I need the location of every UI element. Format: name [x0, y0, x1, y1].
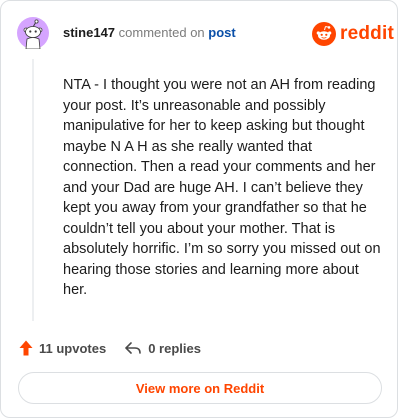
reply-arrow-icon: [125, 342, 142, 354]
reddit-snoo-icon: [312, 22, 336, 46]
post-link[interactable]: post: [208, 25, 235, 40]
comment-body: NTA - I thought you were not an AH from …: [63, 77, 381, 298]
reply-count: 0 replies: [148, 340, 201, 356]
view-more-on-reddit-button[interactable]: View more on Reddit: [18, 372, 382, 404]
upvote-count: 11 upvotes: [39, 340, 107, 356]
upvote-button[interactable]: 11 upvotes: [19, 340, 106, 356]
username[interactable]: stine147: [63, 25, 115, 40]
upvote-arrow-icon: [19, 340, 33, 356]
thread-line: [32, 59, 34, 321]
commented-on-label: commented on: [118, 25, 205, 40]
reddit-logo[interactable]: reddit: [312, 21, 394, 47]
reddit-wordmark: reddit: [340, 23, 394, 44]
reddit-comment-embed: stine147 commented on post reddit NTA - …: [0, 0, 398, 418]
comment-header: stine147 commented on post: [63, 25, 236, 41]
comment-actions: 11 upvotes 0 replies: [19, 337, 201, 359]
reply-button[interactable]: 0 replies: [124, 340, 201, 356]
snoo-avatar-icon: [17, 17, 49, 50]
avatar[interactable]: [17, 17, 49, 50]
